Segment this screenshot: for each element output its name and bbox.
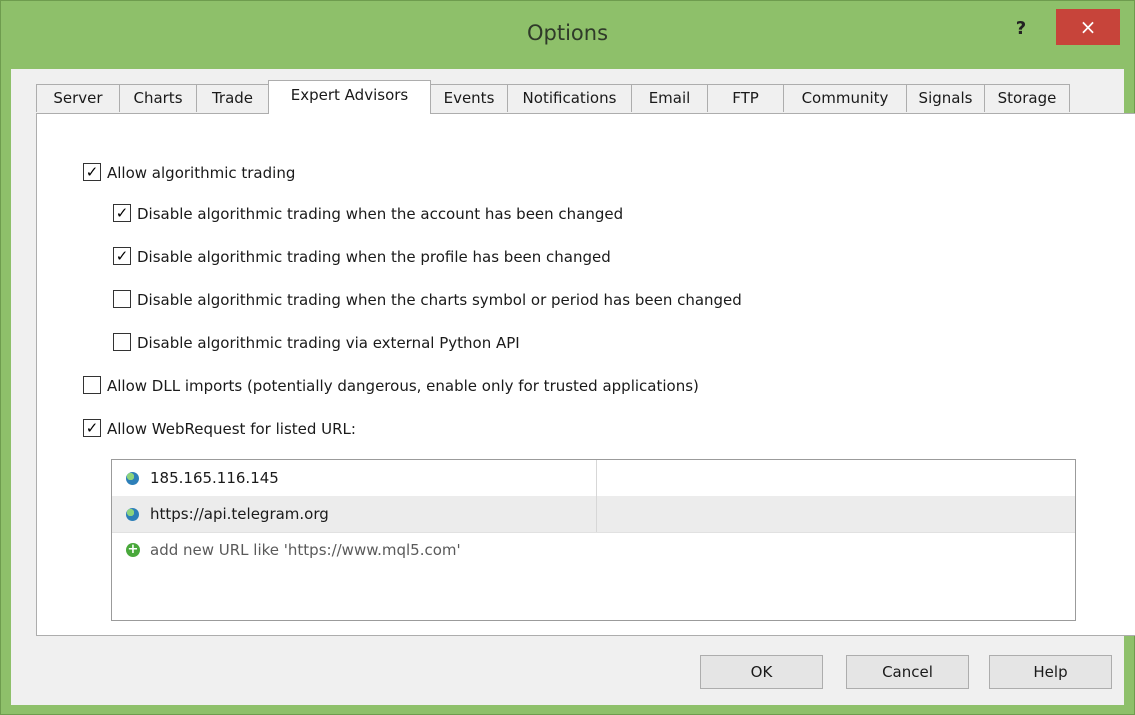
url-cell: 185.165.116.145	[112, 460, 596, 496]
tab-server[interactable]: Server	[36, 84, 120, 112]
option-label: Disable algorithmic trading when the pro…	[137, 248, 611, 266]
url-text: https://api.telegram.org	[150, 505, 329, 523]
expert-advisors-panel: ✓ Allow algorithmic trading ✓ Disable al…	[36, 113, 1135, 636]
tab-email[interactable]: Email	[631, 84, 708, 112]
url-row[interactable]: https://api.telegram.org	[112, 496, 1075, 533]
title-bar[interactable]: Options ? ×	[1, 1, 1134, 69]
option-label: Allow DLL imports (potentially dangerous…	[107, 377, 699, 395]
tab-expert-advisors[interactable]: Expert Advisors	[268, 80, 431, 114]
url-list[interactable]: 185.165.116.145 https://api.telegram.org…	[111, 459, 1076, 621]
column-divider	[596, 460, 597, 496]
url-cell: + add new URL like 'https://www.mql5.com…	[112, 532, 812, 568]
tab-ftp[interactable]: FTP	[707, 84, 784, 112]
tab-community[interactable]: Community	[783, 84, 907, 112]
window-title: Options	[526, 21, 609, 45]
tab-signals[interactable]: Signals	[906, 84, 985, 112]
column-divider	[596, 496, 597, 532]
url-cell: https://api.telegram.org	[112, 496, 596, 532]
option-label: Disable algorithmic trading when the acc…	[137, 205, 624, 223]
options-window: Options ? × Server Charts Trade Expert A…	[0, 0, 1135, 715]
tab-storage[interactable]: Storage	[984, 84, 1070, 112]
checkbox[interactable]: ✓	[113, 247, 131, 265]
title-help-button[interactable]: ?	[1006, 15, 1036, 43]
help-button[interactable]: Help	[989, 655, 1112, 689]
tab-trade[interactable]: Trade	[196, 84, 269, 112]
add-icon: +	[126, 542, 140, 557]
checkbox[interactable]: ✓	[83, 419, 101, 437]
checkbox[interactable]: ✓	[83, 163, 101, 181]
option-label: Allow WebRequest for listed URL:	[107, 420, 356, 438]
globe-icon	[126, 472, 139, 485]
url-row[interactable]: 185.165.116.145	[112, 460, 1075, 497]
option-label: Disable algorithmic trading via external…	[137, 334, 520, 352]
option-label: Disable algorithmic trading when the cha…	[137, 291, 742, 309]
tab-notifications[interactable]: Notifications	[507, 84, 632, 112]
checkbox[interactable]	[113, 290, 131, 308]
checkbox[interactable]	[113, 333, 131, 351]
checkbox[interactable]	[83, 376, 101, 394]
tab-charts[interactable]: Charts	[119, 84, 197, 112]
close-button[interactable]: ×	[1056, 9, 1120, 45]
globe-icon	[126, 508, 139, 521]
close-icon: ×	[1079, 15, 1097, 39]
checkbox[interactable]: ✓	[113, 204, 131, 222]
add-url-hint: add new URL like 'https://www.mql5.com'	[150, 541, 461, 559]
tab-events[interactable]: Events	[430, 84, 508, 112]
url-text: 185.165.116.145	[150, 469, 279, 487]
dialog-client-area: Server Charts Trade Expert Advisors Even…	[11, 69, 1135, 705]
cancel-button[interactable]: Cancel	[846, 655, 969, 689]
add-url-row[interactable]: + add new URL like 'https://www.mql5.com…	[112, 532, 1075, 568]
ok-button[interactable]: OK	[700, 655, 823, 689]
option-label: Allow algorithmic trading	[107, 164, 296, 182]
